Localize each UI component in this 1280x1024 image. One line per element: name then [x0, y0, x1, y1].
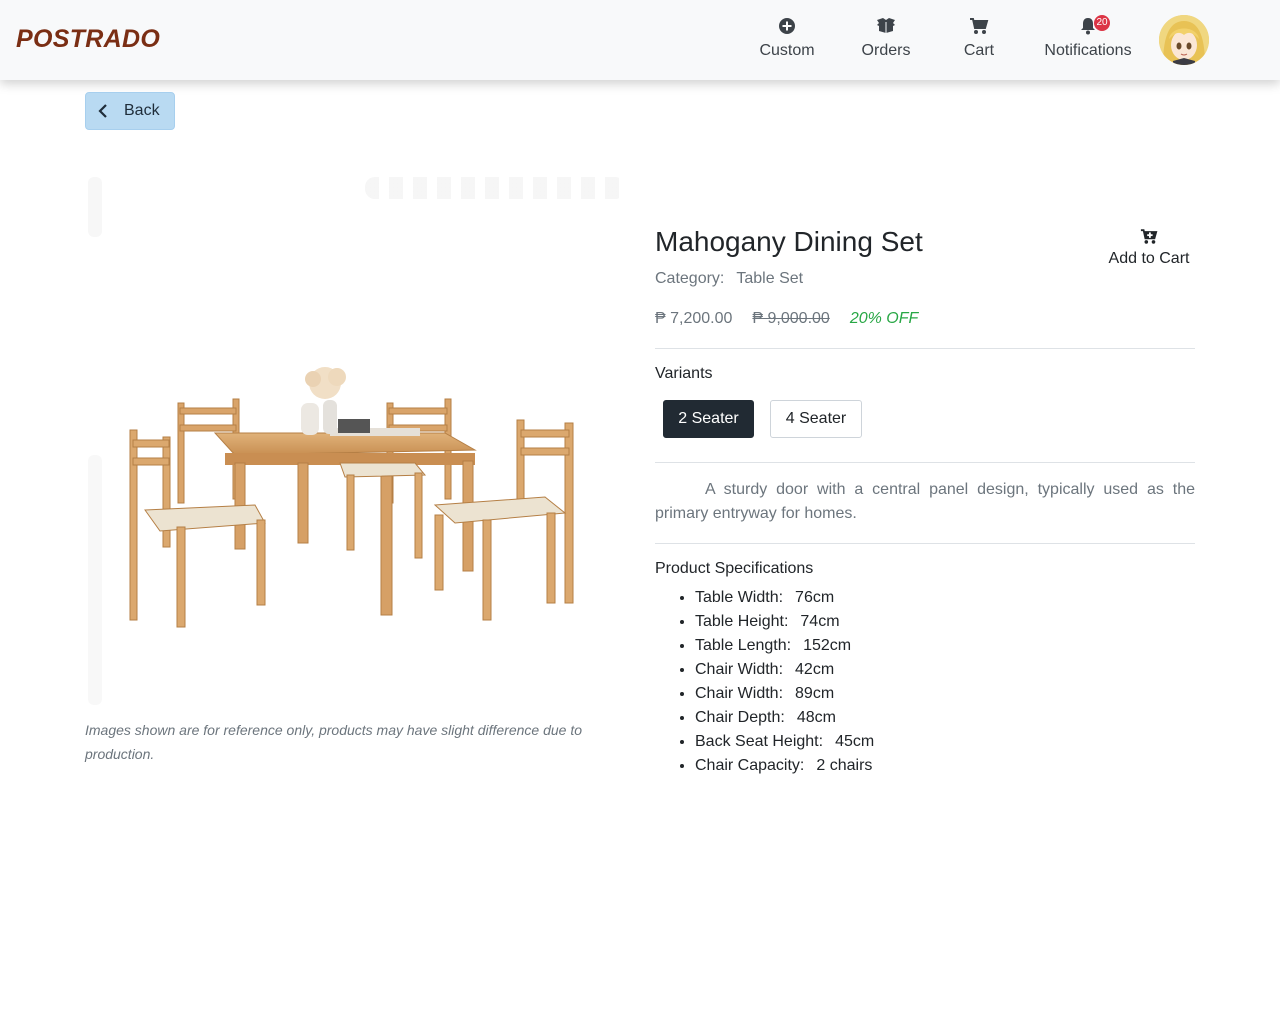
original-price: ₱ 9,000.00 — [752, 310, 830, 327]
spec-item: Chair Width: 42cm — [695, 658, 874, 682]
nav-notifications[interactable]: 20 Notifications — [1036, 14, 1140, 60]
box-open-icon — [856, 17, 916, 39]
product-title: Mahogany Dining Set — [655, 226, 923, 257]
spec-value: 89cm — [795, 685, 835, 702]
product-category: Category: Table Set — [655, 270, 803, 288]
current-price: ₱ 7,200.00 — [655, 310, 733, 327]
spec-label: Chair Capacity: — [695, 757, 805, 774]
category-label: Category: — [655, 270, 725, 287]
nav-custom-label: Custom — [759, 42, 815, 59]
spec-item: Table Width: 76cm — [695, 586, 874, 610]
specifications-title: Product Specifications — [655, 560, 814, 577]
nav-orders-label: Orders — [861, 42, 911, 59]
divider — [655, 543, 1195, 544]
image-edge-shadow — [88, 455, 102, 705]
cart-plus-icon — [1100, 228, 1198, 250]
spec-label: Chair Width: — [695, 661, 784, 678]
spec-value: 76cm — [795, 589, 835, 606]
spec-label: Chair Width: — [695, 685, 784, 702]
variant-2-seater[interactable]: 2 Seater — [663, 400, 754, 438]
spec-value: 42cm — [795, 661, 835, 678]
spec-label: Table Height: — [695, 613, 789, 630]
divider — [655, 462, 1195, 463]
dining-set-image — [129, 367, 574, 628]
spec-label: Table Length: — [695, 637, 792, 654]
nav-cart-label: Cart — [963, 42, 995, 59]
spec-label: Table Width: — [695, 589, 784, 606]
spec-item: Chair Width: 89cm — [695, 682, 874, 706]
top-navbar: POSTRADO Custom Orders Cart 20 Notificat… — [0, 0, 1280, 80]
spec-label: Back Seat Height: — [695, 733, 824, 750]
image-caption: Images shown are for reference only, pro… — [85, 722, 583, 762]
product-image — [85, 175, 625, 715]
add-to-cart-button[interactable]: Add to Cart — [1100, 226, 1198, 268]
spec-value: 74cm — [800, 613, 840, 630]
nav-cart[interactable]: Cart — [958, 14, 1000, 60]
spec-item: Chair Depth: 48cm — [695, 706, 874, 730]
discount-label: 20% OFF — [849, 310, 919, 327]
thumbnail-strip — [365, 177, 625, 199]
variants-label: Variants — [655, 365, 713, 382]
nav-custom[interactable]: Custom — [752, 14, 822, 60]
spec-label: Chair Depth: — [695, 709, 785, 726]
spec-value: 2 chairs — [816, 757, 873, 774]
back-button[interactable]: Back — [85, 92, 175, 130]
cart-icon — [958, 17, 1000, 39]
add-to-cart-label: Add to Cart — [1108, 250, 1190, 267]
product-description: A sturdy door with a central panel desig… — [655, 481, 1195, 522]
price-row: ₱ 7,200.00 ₱ 9,000.00 20% OFF — [655, 310, 918, 328]
chevron-left-icon — [98, 103, 108, 124]
user-avatar[interactable] — [1159, 15, 1209, 65]
specifications-list: Table Width: 76cm Table Height: 74cm Table… — [695, 586, 874, 778]
back-label: Back — [124, 102, 160, 119]
spec-value: 48cm — [796, 709, 836, 726]
spec-value: 45cm — [835, 733, 875, 750]
spec-item: Chair Capacity: 2 chairs — [695, 754, 874, 778]
spec-item: Back Seat Height: 45cm — [695, 730, 874, 754]
nav-notifications-label: Notifications — [1044, 42, 1132, 59]
divider — [655, 348, 1195, 349]
brand-logo[interactable]: POSTRADO — [16, 25, 160, 54]
image-edge-shadow — [88, 177, 102, 237]
notifications-badge: 20 — [1094, 15, 1110, 31]
variant-4-seater[interactable]: 4 Seater — [770, 400, 862, 438]
nav-orders[interactable]: Orders — [856, 14, 916, 60]
category-value: Table Set — [736, 270, 804, 287]
bell-icon — [1036, 17, 1140, 39]
plus-circle-icon — [752, 17, 822, 39]
spec-value: 152cm — [803, 637, 852, 654]
spec-item: Table Height: 74cm — [695, 610, 874, 634]
spec-item: Table Length: 152cm — [695, 634, 874, 658]
